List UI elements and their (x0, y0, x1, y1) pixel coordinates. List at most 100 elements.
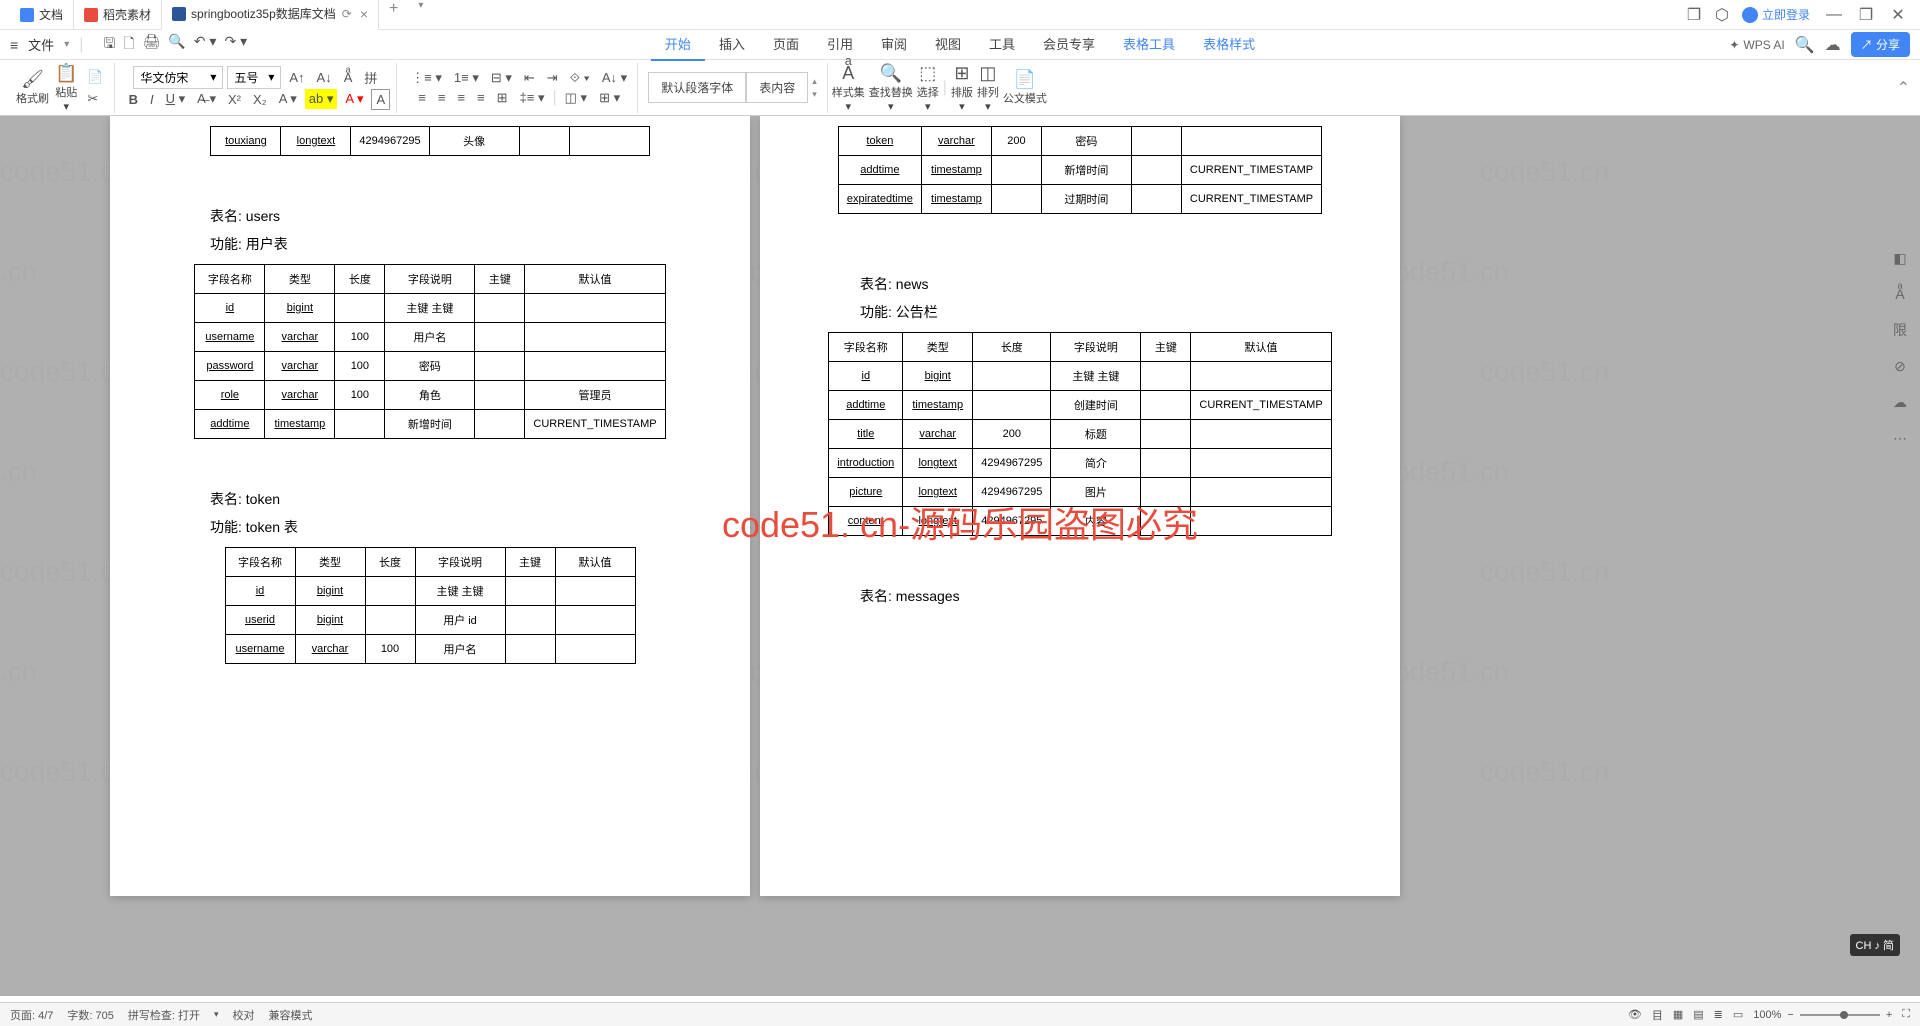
text-direction-button[interactable]: ⟐ ▾ (566, 68, 594, 88)
minimize-button[interactable]: — (1822, 3, 1846, 27)
layout-button[interactable]: ⊞排版 ▾ (951, 63, 973, 113)
status-spell[interactable]: 拼写检查: 打开 (128, 1007, 200, 1023)
numbering-button[interactable]: 1≡ ▾ (450, 68, 483, 88)
ribbon-tab-page[interactable]: 页面 (759, 28, 813, 61)
char-shade-button[interactable]: A (371, 89, 390, 110)
align-right-button[interactable]: ≡ (453, 88, 469, 107)
ribbon-tab-insert[interactable]: 插入 (705, 28, 759, 61)
preview-icon[interactable]: 🔍 (168, 33, 185, 57)
tab-docker[interactable]: 稻壳素材 (74, 0, 162, 30)
refresh-icon[interactable]: ⟳ (342, 7, 352, 21)
underline-button[interactable]: U ▾ (162, 89, 190, 109)
ribbon-tab-view[interactable]: 视图 (921, 28, 975, 61)
undo-icon[interactable]: ↶ ▾ (194, 33, 217, 57)
redo-icon[interactable]: ↷ ▾ (224, 33, 247, 57)
ribbon-tab-tools[interactable]: 工具 (975, 28, 1029, 61)
ribbon-tab-member[interactable]: 会员专享 (1029, 28, 1109, 61)
align-left-button[interactable]: ≡ (414, 88, 430, 107)
copy-button[interactable]: 📄 (83, 67, 107, 87)
align-justify-button[interactable]: ≡ (473, 88, 489, 107)
bullets-button[interactable]: ⋮≡ ▾ (407, 68, 446, 88)
view-outline-icon[interactable]: ≣ (1714, 1008, 1723, 1021)
style-up-icon[interactable]: ▴ (812, 76, 817, 87)
save-icon[interactable]: 🖫 (103, 33, 115, 57)
zoom-slider[interactable] (1800, 1014, 1880, 1016)
size-select[interactable]: 五号▾ (227, 66, 281, 89)
styles-set-button[interactable]: Aͣ样式集 ▾ (832, 63, 865, 113)
document-canvas[interactable]: code51.cncode51.cncode51.cncode51.cncode… (0, 116, 1920, 996)
view-read-icon[interactable]: ▭ (1733, 1008, 1743, 1021)
ribbon-tab-ref[interactable]: 引用 (813, 28, 867, 61)
status-compat[interactable]: 兼容模式 (269, 1007, 313, 1023)
side-limit-icon[interactable]: 限 (1888, 318, 1912, 342)
font-color-button[interactable]: A ▾ (275, 89, 301, 109)
phonetic-icon[interactable]: 拼 (360, 66, 381, 89)
login-button[interactable]: 立即登录 (1742, 6, 1810, 23)
bold-button[interactable]: B (125, 90, 142, 109)
paste-button[interactable]: 📋粘贴 ▾ (55, 63, 77, 113)
collapse-ribbon-icon[interactable]: ⌃ (1897, 78, 1910, 98)
close-icon[interactable]: × (360, 6, 368, 22)
zoom-in-button[interactable]: + (1886, 1009, 1892, 1021)
file-dropdown[interactable]: ▾ (64, 39, 69, 50)
ribbon-tab-review[interactable]: 审阅 (867, 28, 921, 61)
select-button[interactable]: ⬚选择 ▾ (917, 63, 939, 113)
view-web-icon[interactable]: ▤ (1693, 1008, 1703, 1021)
zoom-value[interactable]: 100% (1753, 1009, 1781, 1021)
view-print-icon[interactable]: ▦ (1673, 1008, 1683, 1021)
side-more-icon[interactable]: ⋯ (1888, 426, 1912, 450)
search-icon[interactable]: 🔍 (1795, 35, 1815, 55)
file-menu[interactable]: 文件 (28, 35, 54, 54)
borders-button[interactable]: ⊞ ▾ (595, 88, 624, 108)
arrange-button[interactable]: ◫排列 ▾ (977, 63, 999, 113)
subscript-button[interactable]: X₂ (249, 90, 271, 109)
close-button[interactable]: ✕ (1886, 3, 1910, 27)
fullscreen-icon[interactable]: ⛶ (1902, 1008, 1910, 1021)
wps-ai-button[interactable]: ✦ WPS AI (1729, 38, 1784, 52)
cloud-icon[interactable]: ☁ (1825, 35, 1841, 55)
find-replace-button[interactable]: 🔍查找替换 ▾ (869, 63, 913, 113)
status-page[interactable]: 页面: 4/7 (10, 1007, 53, 1023)
view-text-icon[interactable]: 目 (1652, 1007, 1663, 1023)
strikethrough-button[interactable]: A̶ ▾ (193, 89, 220, 109)
side-nav-icon[interactable]: ◧ (1888, 246, 1912, 270)
format-brush-button[interactable]: 🖌格式刷 (16, 69, 49, 106)
outline-button[interactable]: ⊟ ▾ (487, 68, 516, 88)
increase-font-icon[interactable]: A↑ (285, 68, 308, 87)
cube-icon[interactable]: ⬡ (1714, 7, 1730, 23)
highlight-button[interactable]: ab ▾ (305, 89, 338, 109)
official-button[interactable]: 📄公文模式 (1003, 69, 1047, 106)
indent-left-button[interactable]: ⇤ (520, 68, 539, 88)
distribute-button[interactable]: ⊞ (493, 88, 512, 108)
status-words[interactable]: 字数: 705 (67, 1007, 113, 1023)
tab-add-button[interactable]: + (379, 0, 408, 30)
print-icon[interactable]: 🖨 (143, 33, 161, 57)
align-center-button[interactable]: ≡ (434, 88, 450, 107)
view-eye-icon[interactable]: 👁 (1628, 1008, 1642, 1021)
italic-button[interactable]: I (146, 90, 158, 109)
side-check-icon[interactable]: ⊘ (1888, 354, 1912, 378)
ribbon-tab-table-style[interactable]: 表格样式 (1189, 28, 1269, 61)
line-spacing-button[interactable]: ‡≡ ▾ (516, 88, 549, 108)
tab-doc[interactable]: 文档 (10, 0, 74, 30)
cut-button[interactable]: ✂ (83, 89, 107, 109)
superscript-button[interactable]: X² (224, 90, 245, 109)
tab-dropdown[interactable]: ▾ (408, 0, 433, 30)
style-down-icon[interactable]: ▾ (812, 89, 817, 100)
clear-format-icon[interactable]: Aͣ (340, 68, 357, 87)
ribbon-tab-table-tools[interactable]: 表格工具 (1109, 28, 1189, 61)
side-style-icon[interactable]: Aͣ (1888, 282, 1912, 306)
decrease-font-icon[interactable]: A↓ (313, 68, 336, 87)
font-color2-button[interactable]: A ▾ (341, 89, 367, 109)
tab-springboot[interactable]: springbootiz35p数据库文档⟳× (162, 0, 379, 30)
copy-icon[interactable]: ❐ (1686, 7, 1702, 23)
hamburger-icon[interactable]: ≡ (10, 37, 18, 53)
status-proof[interactable]: 校对 (233, 1007, 255, 1023)
zoom-out-button[interactable]: − (1787, 1009, 1793, 1021)
ribbon-tab-start[interactable]: 开始 (651, 28, 705, 61)
print-preview-icon[interactable]: 🗋 (123, 33, 134, 57)
style-table-content[interactable]: 表内容 (746, 72, 808, 103)
sort-button[interactable]: A↓ ▾ (598, 68, 631, 88)
share-button[interactable]: ↗ 分享 (1851, 32, 1910, 57)
indent-right-button[interactable]: ⇥ (543, 68, 562, 88)
